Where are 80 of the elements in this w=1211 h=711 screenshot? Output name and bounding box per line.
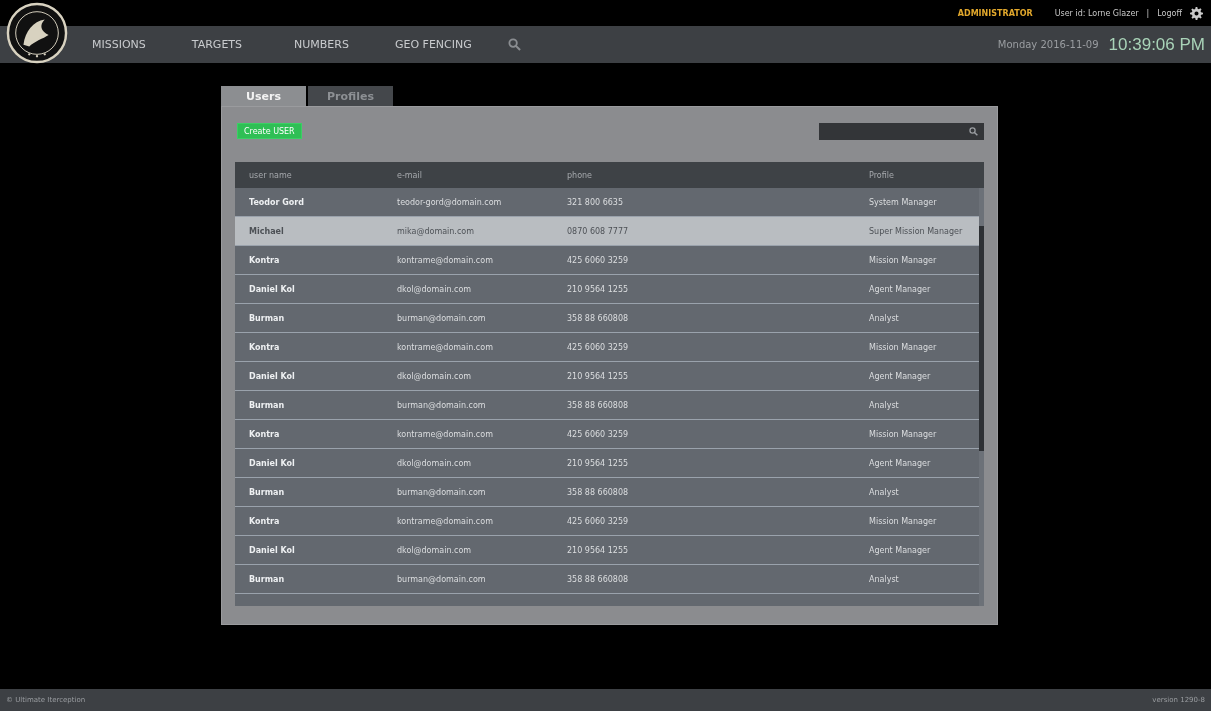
table-cell-text: burman@domain.com bbox=[397, 574, 487, 584]
column-header[interactable]: phone bbox=[567, 170, 869, 180]
table-cell-text: 425 6060 3259 bbox=[567, 255, 630, 265]
table-cell-text: Michael bbox=[248, 226, 285, 236]
nav-link[interactable]: MISSIONS bbox=[92, 38, 146, 51]
column-header[interactable]: e-mail bbox=[397, 170, 567, 180]
tab[interactable]: Profiles bbox=[308, 86, 393, 106]
search-icon[interactable] bbox=[507, 38, 521, 51]
table-cell-text: Burman bbox=[248, 313, 286, 323]
table-cell-text: dkol@domain.com bbox=[397, 545, 473, 555]
table-cell-text: burman@domain.com bbox=[397, 400, 487, 410]
emblem-logo[interactable] bbox=[6, 2, 68, 64]
table-cell-text: Burman bbox=[248, 574, 286, 584]
table-cell-text: Agent Manager bbox=[869, 458, 932, 468]
nav-link[interactable]: NUMBERS bbox=[294, 38, 349, 51]
table-cell-text: 425 6060 3259 bbox=[567, 429, 630, 439]
table-cell-text: Daniel Kol bbox=[248, 458, 296, 468]
table-cell-text: Daniel Kol bbox=[248, 545, 296, 555]
table-cell-text: Kontra bbox=[248, 429, 281, 439]
table-cell-text: mika@domain.com bbox=[397, 226, 475, 236]
table-cell-text: Teodor Gord bbox=[248, 197, 305, 207]
table-cell-text: dkol@domain.com bbox=[397, 458, 473, 468]
table-cell-text: Agent Manager bbox=[869, 545, 932, 555]
table-cell-text: Burman bbox=[248, 400, 286, 410]
table-cell-text: kontrame@domain.com bbox=[397, 429, 494, 439]
table-cell-text: Super Mission Manager bbox=[869, 226, 964, 236]
table-row[interactable]: Michael mika@domain.com 0870 608 7777 Super Mission Manager bbox=[235, 217, 979, 246]
table-cell-text: Analyst bbox=[869, 313, 900, 323]
user-id-label: User id: Lorne Glazer bbox=[1054, 8, 1139, 18]
table-cell-text: teodor-gord@domain.com bbox=[397, 197, 503, 207]
scroll-thumb[interactable] bbox=[979, 226, 984, 451]
logoff-link[interactable]: Logoff bbox=[1157, 8, 1182, 18]
table-cell-text: Kontra bbox=[248, 342, 281, 352]
table-cell-text: kontrame@domain.com bbox=[397, 255, 494, 265]
column-header[interactable]: user name bbox=[235, 170, 397, 180]
table-cell-text: Mission Manager bbox=[869, 255, 938, 265]
table-cell-text: 358 88 660808 bbox=[567, 313, 630, 323]
scrollbar[interactable] bbox=[979, 188, 984, 606]
clock-time: 10:39:06 PM bbox=[1108, 34, 1205, 55]
table-cell-text: 358 88 660808 bbox=[567, 400, 630, 410]
table-cell-text: burman@domain.com bbox=[397, 313, 487, 323]
table-cell-text: 425 6060 3259 bbox=[567, 516, 630, 526]
table-cell-text: 210 9564 1255 bbox=[567, 284, 630, 294]
table-cell-text: dkol@domain.com bbox=[397, 284, 473, 294]
table-cell-text: Kontra bbox=[248, 255, 281, 265]
table-cell-text: Analyst bbox=[869, 400, 900, 410]
table-cell-text: kontrame@domain.com bbox=[397, 516, 494, 526]
table-cell-text: Daniel Kol bbox=[248, 371, 296, 381]
table-cell-text: 210 9564 1255 bbox=[567, 371, 630, 381]
search-field[interactable] bbox=[819, 123, 984, 140]
table-cell-text: 0870 608 7777 bbox=[567, 226, 630, 236]
tab[interactable]: Users bbox=[221, 86, 306, 106]
table-cell-text: burman@domain.com bbox=[397, 487, 487, 497]
table-cell-text: Burman bbox=[248, 487, 286, 497]
table-cell-text: System Manager bbox=[869, 197, 938, 207]
table-cell-text: kontrame@domain.com bbox=[397, 342, 494, 352]
date-label: Monday 2016-11-09 bbox=[997, 39, 1099, 50]
table-cell-text: 210 9564 1255 bbox=[567, 545, 630, 555]
table-cell-text: Agent Manager bbox=[869, 371, 932, 381]
table-cell-text: 425 6060 3259 bbox=[567, 342, 630, 352]
table-cell-text: Agent Manager bbox=[869, 284, 932, 294]
table-cell-text: Mission Manager bbox=[869, 516, 938, 526]
table-cell-text: Kontra bbox=[248, 516, 281, 526]
table-cell-text: 321 800 6635 bbox=[567, 197, 624, 207]
separator: | bbox=[1146, 8, 1150, 18]
table-cell-text: 358 88 660808 bbox=[567, 574, 630, 584]
table-cell-text: Analyst bbox=[869, 487, 900, 497]
nav-link[interactable]: GEO FENCING bbox=[394, 38, 472, 51]
table-cell-text: dkol@domain.com bbox=[397, 371, 473, 381]
column-header[interactable]: Profile bbox=[869, 170, 984, 180]
table-cell-text: Mission Manager bbox=[869, 342, 938, 352]
nav-link[interactable]: TARGETS bbox=[191, 38, 243, 51]
table-cell-text: Analyst bbox=[869, 574, 900, 584]
role-label: ADMINISTRATOR bbox=[957, 8, 1033, 18]
search-icon bbox=[969, 127, 978, 136]
table-cell-text: 358 88 660808 bbox=[567, 487, 630, 497]
settings-icon[interactable] bbox=[1190, 6, 1203, 20]
table-cell-text: 210 9564 1255 bbox=[567, 458, 630, 468]
table-cell-text: Mission Manager bbox=[869, 429, 938, 439]
table-cell-text: Daniel Kol bbox=[248, 284, 296, 294]
